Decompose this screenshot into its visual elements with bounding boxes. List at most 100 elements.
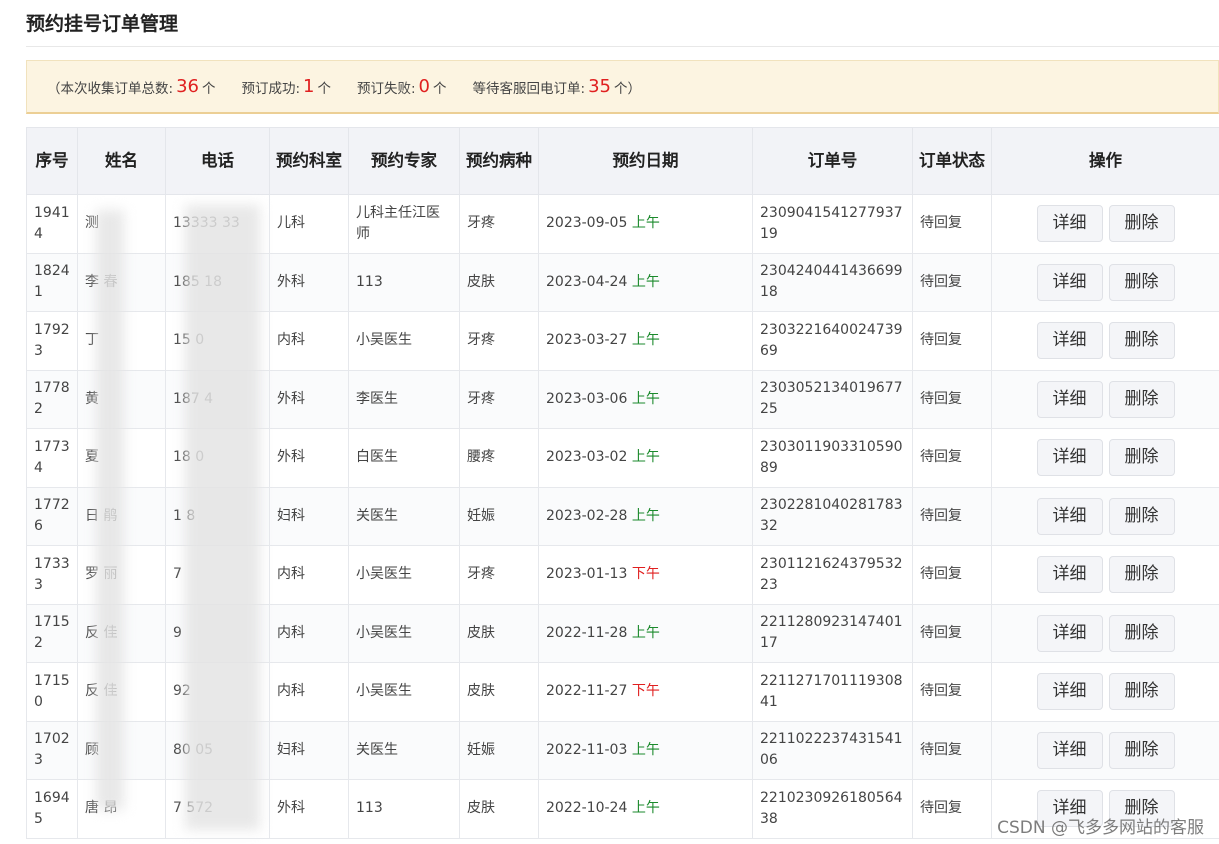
delete-button[interactable]: 删除 xyxy=(1108,614,1175,652)
column-header-actions: 操作 xyxy=(991,127,1219,195)
cell-actions: 详细 删除 xyxy=(991,194,1219,254)
cell-actions: 详细 删除 xyxy=(991,662,1219,722)
cell-order-no: 221102223743154106 xyxy=(752,721,913,780)
cell-disease: 皮肤 xyxy=(459,779,539,839)
cell-order-no: 230424044143669918 xyxy=(752,253,913,312)
summary-unit: 个 xyxy=(433,80,447,97)
cell-status: 待回复 xyxy=(912,311,992,371)
cell-id: 19414 xyxy=(26,194,78,254)
cell-disease: 皮肤 xyxy=(459,662,539,722)
delete-button[interactable]: 删除 xyxy=(1108,380,1175,418)
cell-status: 待回复 xyxy=(912,779,992,839)
page-title: 预约挂号订单管理 xyxy=(26,13,179,35)
period-badge: 上午 xyxy=(631,215,660,232)
date-value: 2023-03-27 xyxy=(546,332,628,349)
date-value: 2023-03-06 xyxy=(546,390,628,407)
cell-date: 2022-10-24 上午 xyxy=(538,779,753,839)
detail-button[interactable]: 详细 xyxy=(1036,205,1103,243)
cell-id: 17023 xyxy=(26,721,78,780)
delete-button[interactable]: 删除 xyxy=(1108,439,1175,477)
privacy-blur-mask xyxy=(185,205,260,830)
cell-expert: 白医生 xyxy=(348,428,460,488)
detail-button[interactable]: 详细 xyxy=(1036,263,1103,301)
delete-button[interactable]: 删除 xyxy=(1108,205,1175,243)
summary-fail-label: 预订失败: xyxy=(356,80,416,97)
cell-id: 17782 xyxy=(26,370,78,429)
cell-department: 内科 xyxy=(269,604,349,663)
cell-disease: 牙疼 xyxy=(459,311,539,371)
cell-date: 2023-01-13 下午 xyxy=(538,545,753,605)
date-value: 2022-11-03 xyxy=(546,741,628,758)
cell-actions: 详细 删除 xyxy=(991,311,1219,371)
cell-id: 17923 xyxy=(26,311,78,371)
column-header-phone[interactable]: 电话 xyxy=(165,127,270,195)
detail-button[interactable]: 详细 xyxy=(1036,497,1103,535)
cell-department: 外科 xyxy=(269,370,349,429)
summary-wait-count: 35 xyxy=(588,76,611,97)
cell-date: 2023-04-24 上午 xyxy=(538,253,753,312)
cell-expert: 小吴医生 xyxy=(348,545,460,605)
summary-fail-count: 0 xyxy=(418,76,430,97)
cell-order-no: 221128092314740117 xyxy=(752,604,913,663)
period-badge: 下午 xyxy=(631,683,660,700)
detail-button[interactable]: 详细 xyxy=(1036,380,1103,418)
cell-id: 17734 xyxy=(26,428,78,488)
cell-id: 17152 xyxy=(26,604,78,663)
cell-department: 外科 xyxy=(269,779,349,839)
delete-button[interactable]: 删除 xyxy=(1108,497,1175,535)
cell-status: 待回复 xyxy=(912,545,992,605)
detail-button[interactable]: 详细 xyxy=(1036,731,1103,769)
cell-expert: 小吴医生 xyxy=(348,662,460,722)
cell-expert: 小吴医生 xyxy=(348,311,460,371)
cell-actions: 详细 删除 xyxy=(991,545,1219,605)
period-badge: 上午 xyxy=(631,273,660,290)
summary-wait-label: 等待客服回电订单: xyxy=(472,80,586,97)
summary-unit: 个 xyxy=(317,80,331,97)
cell-status: 待回复 xyxy=(912,721,992,780)
column-header-status[interactable]: 订单状态 xyxy=(912,127,992,195)
delete-button[interactable]: 删除 xyxy=(1108,731,1175,769)
delete-button[interactable]: 删除 xyxy=(1108,556,1175,594)
cell-id: 17333 xyxy=(26,545,78,605)
cell-disease: 妊娠 xyxy=(459,487,539,546)
cell-department: 儿科 xyxy=(269,194,349,254)
detail-button[interactable]: 详细 xyxy=(1036,614,1103,652)
column-header-department[interactable]: 预约科室 xyxy=(269,127,349,195)
cell-department: 妇科 xyxy=(269,721,349,780)
summary-total-count: 36 xyxy=(176,76,199,97)
cell-date: 2022-11-27 下午 xyxy=(538,662,753,722)
detail-button[interactable]: 详细 xyxy=(1036,673,1103,711)
delete-button[interactable]: 删除 xyxy=(1108,673,1175,711)
period-badge: 上午 xyxy=(631,624,660,641)
date-value: 2023-03-02 xyxy=(546,449,628,466)
delete-button[interactable]: 删除 xyxy=(1108,263,1175,301)
order-summary-bar: （本次收集订单总数: 36 个 预订成功: 1 个 预订失败: 0 个 等待客服… xyxy=(26,60,1219,114)
cell-department: 妇科 xyxy=(269,487,349,546)
period-badge: 上午 xyxy=(631,449,660,466)
cell-date: 2023-02-28 上午 xyxy=(538,487,753,546)
column-header-name[interactable]: 姓名 xyxy=(77,127,166,195)
column-header-id[interactable]: 序号 xyxy=(26,127,78,195)
column-header-order-no[interactable]: 订单号 xyxy=(752,127,913,195)
column-header-disease[interactable]: 预约病种 xyxy=(459,127,539,195)
cell-expert: 小吴医生 xyxy=(348,604,460,663)
period-badge: 下午 xyxy=(631,566,660,583)
cell-order-no: 230305213401967725 xyxy=(752,370,913,429)
cell-status: 待回复 xyxy=(912,487,992,546)
cell-disease: 牙疼 xyxy=(459,545,539,605)
cell-disease: 腰疼 xyxy=(459,428,539,488)
date-value: 2022-10-24 xyxy=(546,800,628,817)
detail-button[interactable]: 详细 xyxy=(1036,322,1103,360)
detail-button[interactable]: 详细 xyxy=(1036,556,1103,594)
cell-order-no: 230112162437953223 xyxy=(752,545,913,605)
delete-button[interactable]: 删除 xyxy=(1108,322,1175,360)
column-header-expert[interactable]: 预约专家 xyxy=(348,127,460,195)
period-badge: 上午 xyxy=(631,507,660,524)
cell-date: 2023-03-27 上午 xyxy=(538,311,753,371)
detail-button[interactable]: 详细 xyxy=(1036,439,1103,477)
summary-unit: 个 xyxy=(201,80,216,97)
column-header-date[interactable]: 预约日期 xyxy=(538,127,753,195)
cell-date: 2023-03-06 上午 xyxy=(538,370,753,429)
cell-status: 待回复 xyxy=(912,428,992,488)
cell-actions: 详细 删除 xyxy=(991,428,1219,488)
